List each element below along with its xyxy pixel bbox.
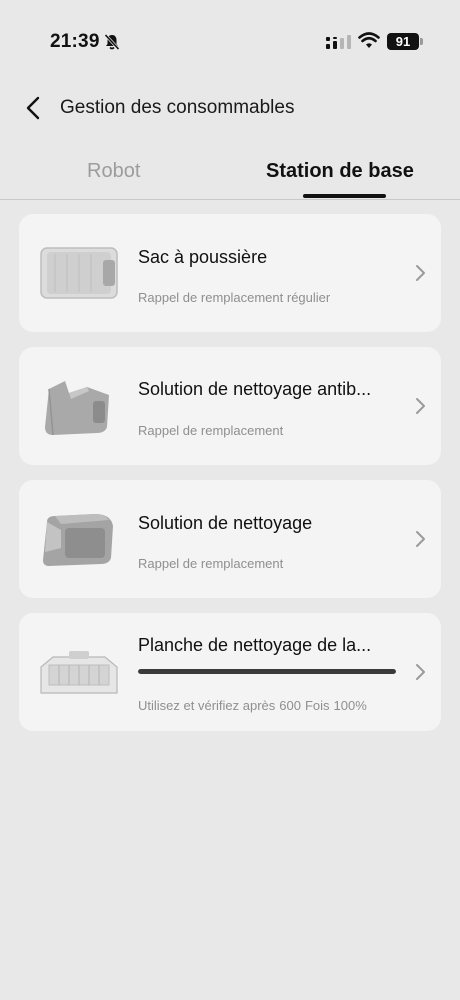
antibacterial-solution-image (45, 381, 109, 436)
chevron-right-icon (416, 664, 425, 680)
status-bar: 21:39 91 (0, 0, 460, 80)
usage-unit: Fois (304, 698, 330, 713)
card-title: Planche de nettoyage de la... (138, 635, 372, 655)
card-title: Solution de nettoyage antib... (138, 379, 372, 399)
battery-icon: 91 (387, 33, 419, 50)
tab-station-de-base[interactable]: Station de base (266, 160, 414, 183)
card-title: Sac à poussière (138, 247, 268, 267)
bell-off-icon (104, 33, 120, 51)
usage-percent: 100% (333, 698, 367, 713)
active-tab-indicator (303, 194, 386, 198)
card-title: Solution de nettoyage (138, 513, 313, 533)
battery-cap (420, 38, 423, 45)
chevron-right-icon (416, 398, 425, 414)
page-title: Gestion des consommables (60, 97, 295, 118)
usage-progress-fill (138, 669, 396, 674)
consumable-card-cleaning-solution[interactable]: Solution de nettoyage Rappel de remplace… (19, 480, 441, 598)
dust-bag-image (40, 247, 118, 299)
usage-prefix: Utilisez et vérifiez après (138, 698, 276, 713)
tabs-divider (0, 199, 460, 200)
card-subtitle: Rappel de remplacement régulier (138, 290, 331, 305)
cleaning-board-image (40, 651, 118, 694)
tab-bar: Robot Station de base (0, 150, 460, 200)
chevron-right-icon (416, 531, 425, 547)
cleaning-solution-image (43, 514, 113, 566)
consumable-card-cleaning-board[interactable]: Planche de nettoyage de la... Utilisez e… (19, 613, 441, 731)
consumable-card-dust-bag[interactable]: Sac à poussière Rappel de remplacement r… (19, 214, 441, 332)
usage-progress-bar (138, 669, 396, 674)
tab-robot[interactable]: Robot (87, 160, 140, 183)
chevron-left-icon (26, 96, 40, 120)
usage-count: 600 (279, 698, 301, 713)
cellular-signal-icon (326, 35, 351, 49)
status-time: 21:39 (50, 31, 100, 52)
usage-info: Utilisez et vérifiez après 600 Fois 100% (138, 698, 371, 713)
card-subtitle: Rappel de remplacement (138, 423, 284, 438)
chevron-right-icon (416, 265, 425, 281)
card-subtitle: Rappel de remplacement (138, 556, 284, 571)
consumable-card-antibacterial-solution[interactable]: Solution de nettoyage antib... Rappel de… (19, 347, 441, 465)
back-button[interactable] (18, 92, 48, 124)
wifi-icon (358, 32, 380, 48)
